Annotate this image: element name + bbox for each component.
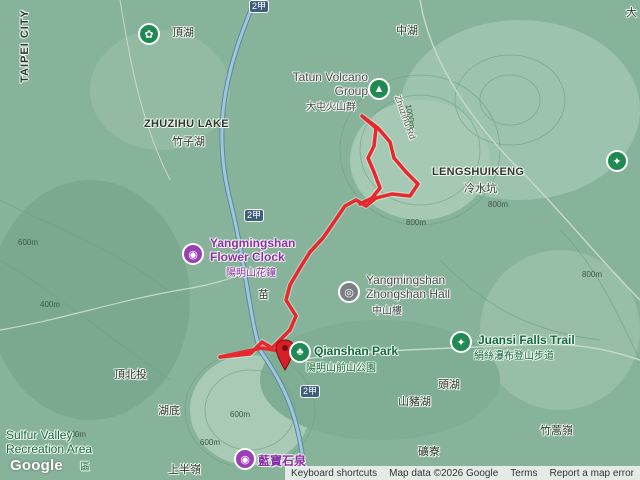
place-shanzhuhu: 山豬湖 [398, 396, 431, 408]
report-map-error-link[interactable]: Report a map error [544, 468, 640, 479]
route-shield-2jia: 2甲 [244, 209, 265, 222]
tatun-mountain-icon[interactable]: ▲ [370, 80, 388, 98]
keyboard-shortcuts-link[interactable]: Keyboard shortcuts [285, 468, 383, 479]
place-miaopu: 苗 [258, 289, 269, 301]
place-lengshuikeng-zh: 冷水坑 [464, 183, 497, 195]
elevation-label: 400m [40, 300, 61, 309]
zhongshan-hall-landmark-icon[interactable]: ◎ [340, 283, 358, 301]
poi-juansi-name[interactable]: Juansi Falls Trail [478, 333, 575, 347]
elevation-label: 600m [230, 410, 251, 419]
poi-flower-clock-name[interactable]: Yangmingshan Flower Clock [210, 236, 300, 264]
terms-link[interactable]: Terms [504, 468, 543, 479]
elevation-label: 800m [406, 218, 427, 227]
map-footer: Keyboard shortcuts Map data ©2026 Google… [284, 466, 640, 480]
poi-zhongshan-hall-name[interactable]: Yangmingshan Zhongshan Hall [366, 273, 496, 301]
poi-sulfur-valley-name[interactable]: Sulfur Valley Recreation Area [6, 428, 102, 456]
elevation-label: 600m [18, 238, 39, 247]
dinghu-flower-icon[interactable]: ✿ [140, 25, 158, 43]
place-shangbanling: 上半嶺 [168, 464, 201, 476]
elevation-label: 600m [200, 438, 221, 447]
juansi-hiking-icon[interactable]: ✦ [452, 333, 470, 351]
ridge-shading [90, 30, 230, 150]
elevation-label: 800m [582, 270, 603, 279]
place-da: 大 [626, 7, 637, 19]
route-shield-2jia: 2甲 [249, 0, 270, 13]
map-data-attribution: Map data ©2026 Google [389, 467, 499, 479]
place-zhuzihu-lake: ZHUZIHU LAKE [144, 118, 229, 130]
google-logo: Google [10, 457, 63, 474]
place-zhonghu: 中湖 [396, 25, 418, 37]
poi-qianshan-park-name[interactable]: Qianshan Park [314, 344, 398, 358]
place-dingbeitou: 頂北投 [114, 369, 147, 381]
place-zhuhaoling: 竹蒿嶺 [540, 425, 573, 437]
poi-flower-clock-zh: 陽明山花鐘 [226, 268, 276, 279]
lanbao-camera-icon[interactable]: ◉ [236, 450, 254, 468]
poi-tatun-zh: 大屯火山群 [306, 102, 356, 113]
route-shield-2jia: 2甲 [300, 385, 321, 398]
da-hiking-icon[interactable]: ✦ [608, 152, 626, 170]
poi-qianshan-park-zh: 陽明山前山公園 [306, 363, 376, 374]
elevation-label: 800m [488, 200, 509, 209]
place-toutou: 頭湖 [438, 379, 460, 391]
poi-sulfur-valley-zh: 區 [80, 462, 90, 473]
place-kuangliao: 礦寮 [418, 446, 440, 458]
poi-juansi-zh: 絹絲瀑布登山步道 [474, 351, 554, 362]
place-hudi: 湖底 [158, 405, 180, 417]
place-lengshuikeng: LENGSHUIKENG [432, 166, 525, 178]
poi-tatun-name[interactable]: Tatun Volcano Group [270, 70, 368, 98]
place-zhuzihu-zh: 竹子湖 [172, 136, 205, 148]
place-taipei-city: TAIPEI CITY [18, 9, 31, 83]
place-dinghu: 頂湖 [172, 27, 194, 39]
poi-zhongshan-hall-zh: 中山樓 [372, 306, 402, 317]
flower-clock-camera-icon[interactable]: ◉ [184, 245, 202, 263]
